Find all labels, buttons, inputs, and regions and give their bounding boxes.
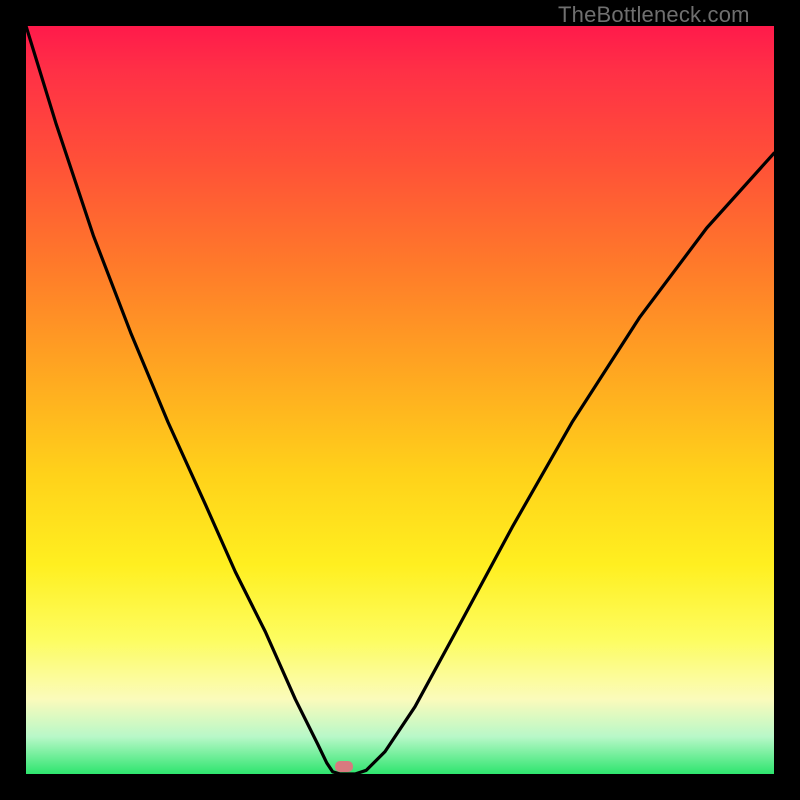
curve-layer [0, 0, 800, 800]
chart-frame: TheBottleneck.com [0, 0, 800, 800]
optimum-marker [335, 761, 353, 772]
bottleneck-curve [26, 26, 774, 774]
